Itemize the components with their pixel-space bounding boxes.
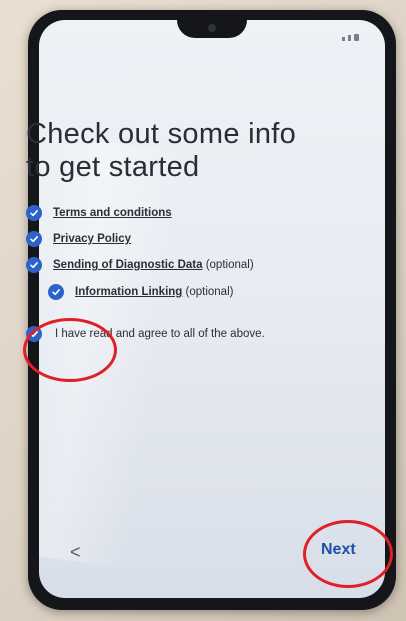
consent-item-terms[interactable]: Terms and conditions [26,205,172,221]
front-camera-icon [208,24,216,32]
check-icon [30,262,38,269]
status-bar-icons [342,34,359,41]
wifi-icon [348,35,351,41]
checkbox-checked[interactable] [48,284,64,300]
diagnostic-link[interactable]: Sending of Diagnostic Data [53,259,203,271]
notch [177,20,247,38]
annotation-circle-next [303,520,393,588]
consent-item-privacy[interactable]: Privacy Policy [26,231,131,247]
signal-icon [342,37,345,41]
consent-item-linking[interactable]: Information Linking (optional) [48,284,233,300]
battery-icon [354,34,359,41]
terms-link[interactable]: Terms and conditions [53,207,172,219]
check-icon [52,289,60,296]
page-title: Check out some info to get started [26,118,297,183]
annotation-circle-agree [23,318,117,382]
checkbox-checked[interactable] [26,231,42,247]
check-icon [30,236,38,243]
checkbox-checked[interactable] [26,257,42,273]
linking-link[interactable]: Information Linking [75,286,182,298]
checkbox-checked[interactable] [26,205,42,221]
optional-note: (optional) [202,259,254,271]
check-icon [30,210,38,217]
back-button[interactable]: < [70,542,81,563]
consent-item-diagnostic[interactable]: Sending of Diagnostic Data (optional) [26,257,254,273]
privacy-link[interactable]: Privacy Policy [53,233,131,245]
optional-note: (optional) [182,286,234,298]
phone-screen [39,20,385,598]
